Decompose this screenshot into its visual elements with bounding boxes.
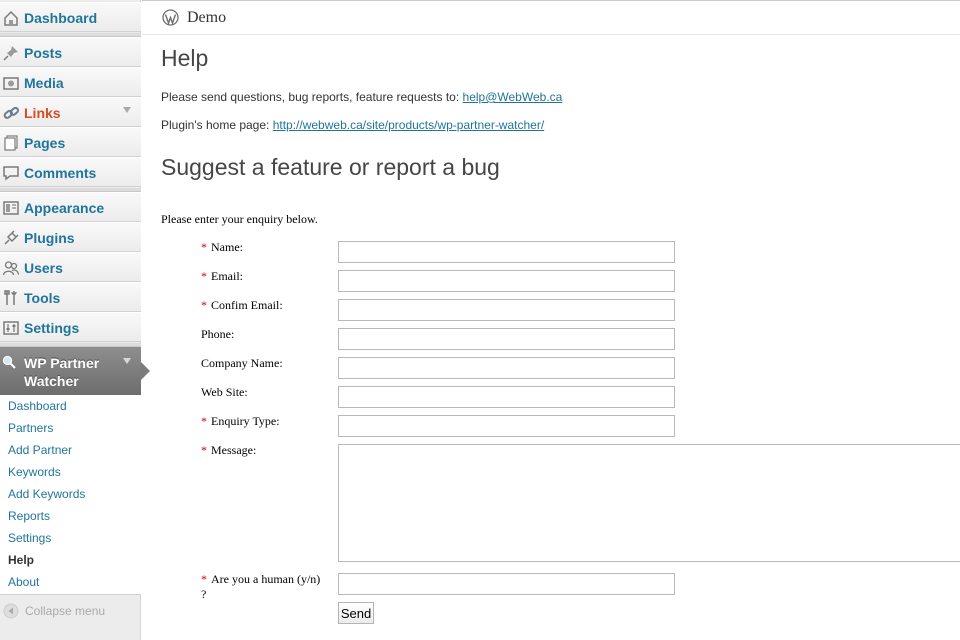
company-label: Company Name:	[201, 356, 283, 370]
menu-tools[interactable]: Tools	[0, 282, 141, 312]
pages-icon	[4, 135, 18, 151]
menu-label: Posts	[24, 45, 63, 61]
required-marker: *	[201, 572, 207, 586]
menu-plugins[interactable]: Plugins	[0, 222, 141, 252]
email-input[interactable]	[338, 270, 675, 292]
comment-icon	[3, 166, 19, 181]
menu-label: WP Partner Watcher	[24, 355, 100, 389]
homepage-link[interactable]: http://webweb.ca/site/products/wp-partne…	[273, 118, 544, 132]
appearance-icon	[3, 201, 19, 215]
wordpress-logo-icon[interactable]	[162, 9, 179, 26]
plugin-icon	[4, 230, 19, 245]
menu-dashboard[interactable]: Dashboard	[0, 2, 141, 32]
form-intro: Please enter your enquiry below.	[161, 212, 318, 226]
menu-links[interactable]: Links	[0, 97, 141, 127]
site-name-link[interactable]: Demo	[187, 9, 226, 27]
name-input[interactable]	[338, 241, 675, 263]
company-input[interactable]	[338, 357, 675, 379]
required-marker: *	[201, 414, 207, 428]
submenu-settings[interactable]: Settings	[8, 531, 51, 545]
menu-label: Settings	[24, 320, 80, 336]
menu-label: Plugins	[24, 230, 75, 246]
users-icon	[2, 261, 20, 276]
menu-label: Appearance	[24, 200, 105, 216]
homepage-line: Plugin's home page: http://webweb.ca/sit…	[161, 118, 544, 132]
collapse-menu-button[interactable]: Collapse menu	[0, 600, 141, 622]
media-icon	[3, 77, 19, 90]
chevron-down-icon[interactable]	[123, 107, 131, 113]
name-label: * Name:	[201, 240, 243, 254]
human-check-label: * Are you a human (y/n) ?	[201, 572, 321, 601]
submenu-help[interactable]: Help	[8, 553, 34, 567]
pin-icon	[3, 46, 18, 61]
menu-label: Media	[24, 75, 64, 91]
magnifier-icon	[2, 355, 16, 369]
enquiry-type-input[interactable]	[338, 415, 675, 437]
menu-comments[interactable]: Comments	[0, 157, 141, 187]
submenu-add-keywords[interactable]: Add Keywords	[8, 487, 85, 501]
menu-users[interactable]: Users	[0, 252, 141, 282]
section-title: Suggest a feature or report a bug	[161, 154, 500, 180]
confirm-email-label: * Confim Email:	[201, 298, 283, 312]
email-label: * Email:	[201, 269, 243, 283]
submenu-partners[interactable]: Partners	[8, 421, 53, 435]
confirm-email-input[interactable]	[338, 299, 675, 321]
page-title: Help	[161, 45, 209, 71]
chevron-down-icon[interactable]	[123, 358, 131, 364]
link-icon	[3, 106, 19, 119]
admin-sidebar: Dashboard Posts Media Links Pages Commen…	[0, 0, 150, 640]
plugin-submenu: Dashboard Partners Add Partner Keywords …	[0, 395, 141, 595]
menu-label: Links	[24, 105, 61, 121]
contact-line: Please send questions, bug reports, feat…	[161, 90, 562, 104]
menu-wp-partner-watcher[interactable]: WP Partner Watcher	[0, 347, 150, 395]
menu-settings[interactable]: Settings	[0, 312, 141, 342]
tools-icon	[4, 290, 17, 305]
phone-label: Phone:	[201, 327, 235, 341]
send-button[interactable]: Send	[338, 602, 374, 624]
collapse-arrow-icon	[3, 603, 19, 619]
message-textarea[interactable]	[338, 444, 960, 562]
admin-header: Demo	[142, 0, 960, 35]
dashboard-icon	[4, 10, 18, 26]
message-label: * Message:	[201, 443, 257, 457]
menu-label: Users	[24, 260, 63, 276]
required-marker: *	[201, 240, 207, 254]
enquiry-type-label: * Enquiry Type:	[201, 414, 280, 428]
submenu-add-partner[interactable]: Add Partner	[8, 443, 72, 457]
phone-input[interactable]	[338, 328, 675, 350]
human-check-input[interactable]	[338, 573, 675, 595]
submenu-about[interactable]: About	[8, 575, 39, 589]
submenu-keywords[interactable]: Keywords	[8, 465, 61, 479]
menu-label: Dashboard	[24, 10, 98, 26]
menu-label: Pages	[24, 135, 66, 151]
menu-media[interactable]: Media	[0, 67, 141, 97]
website-label: Web Site:	[201, 385, 248, 399]
submenu-dashboard[interactable]: Dashboard	[8, 399, 67, 413]
settings-icon	[3, 321, 19, 335]
submenu-reports[interactable]: Reports	[8, 509, 50, 523]
contact-email-link[interactable]: help@WebWeb.ca	[463, 90, 563, 104]
menu-appearance[interactable]: Appearance	[0, 192, 141, 222]
menu-label: Tools	[24, 290, 61, 306]
menu-label: Comments	[24, 165, 97, 181]
required-marker: *	[201, 269, 207, 283]
homepage-text: Plugin's home page:	[161, 118, 273, 132]
contact-text: Please send questions, bug reports, feat…	[161, 90, 463, 104]
required-marker: *	[201, 298, 207, 312]
required-marker: *	[201, 443, 207, 457]
collapse-menu-label: Collapse menu	[25, 604, 106, 618]
menu-posts[interactable]: Posts	[0, 37, 141, 67]
website-input[interactable]	[338, 386, 675, 408]
menu-pages[interactable]: Pages	[0, 127, 141, 157]
